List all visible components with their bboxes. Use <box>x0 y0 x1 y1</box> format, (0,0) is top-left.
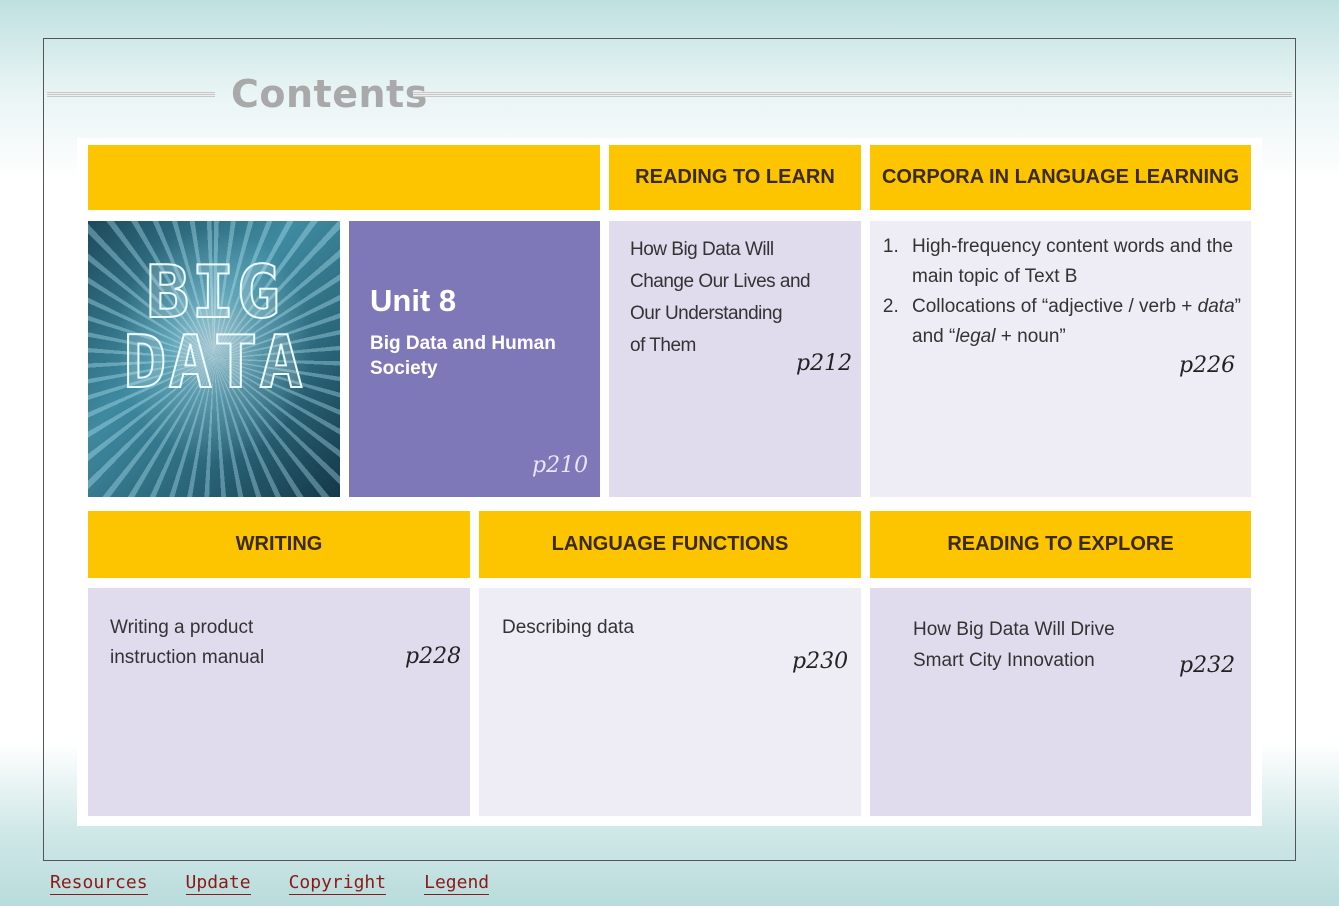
corpora-card[interactable]: High-frequency content words and the mai… <box>870 221 1251 497</box>
header-language-functions: LANGUAGE FUNCTIONS <box>479 511 861 578</box>
footer-link-legend[interactable]: Legend <box>424 872 490 895</box>
heading-rule-left <box>47 92 215 97</box>
contents-table: READING TO LEARN CORPORA IN LANGUAGE LEA… <box>77 138 1262 826</box>
footer-link-update[interactable]: Update <box>185 872 251 895</box>
language-functions-page: p230 <box>792 649 849 674</box>
reading-to-explore-page: p232 <box>1179 653 1236 678</box>
corpora-item-1: High-frequency content words and the mai… <box>904 232 1244 292</box>
writing-card[interactable]: Writing a product instruction manual p22… <box>88 588 470 816</box>
unit-header-blank <box>88 145 600 210</box>
reading-to-learn-title: How Big Data Will Change Our Lives and O… <box>630 239 811 356</box>
writing-title: Writing a product instruction manual <box>110 617 265 668</box>
reading-to-learn-card[interactable]: How Big Data Will Change Our Lives and O… <box>609 221 861 497</box>
big-data-image: BIG DATA <box>88 221 340 497</box>
unit-page-number: p210 <box>532 453 589 478</box>
footer-links: Resources Update Copyright Legend <box>50 872 527 895</box>
reading-to-learn-page: p212 <box>796 351 853 376</box>
reading-to-explore-title: How Big Data Will Drive Smart City Innov… <box>913 619 1115 671</box>
footer-link-resources[interactable]: Resources <box>50 872 148 895</box>
corpora-page: p226 <box>1179 353 1236 378</box>
unit-title: Unit 8 <box>370 283 457 318</box>
writing-page: p228 <box>405 644 462 669</box>
header-reading-to-explore: READING TO EXPLORE <box>870 511 1251 578</box>
heading-rule-right <box>413 92 1292 97</box>
unit-card[interactable]: Unit 8 Big Data and Human Society p210 <box>349 221 600 497</box>
header-reading-to-learn: READING TO LEARN <box>609 145 861 210</box>
corpora-item-2: Collocations of “adjective / verb + data… <box>904 292 1244 352</box>
page-title: Contents <box>231 72 428 116</box>
footer-link-copyright[interactable]: Copyright <box>288 872 387 895</box>
unit-subtitle: Big Data and Human Society <box>370 333 556 379</box>
language-functions-title: Describing data <box>502 617 635 638</box>
header-writing: WRITING <box>88 511 470 578</box>
language-functions-card[interactable]: Describing data p230 <box>479 588 861 816</box>
big-data-image-lettering: BIG DATA <box>122 250 305 404</box>
header-corpora: CORPORA IN LANGUAGE LEARNING <box>870 145 1251 210</box>
reading-to-explore-card[interactable]: How Big Data Will Drive Smart City Innov… <box>870 588 1251 816</box>
contents-heading: Contents <box>47 72 1292 118</box>
corpora-list: High-frequency content words and the mai… <box>882 232 1244 352</box>
